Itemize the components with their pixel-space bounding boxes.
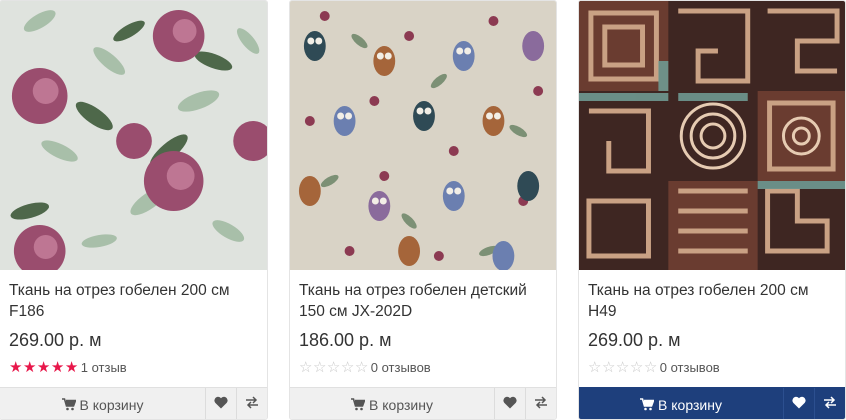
star-icon: ☆ xyxy=(629,358,644,376)
reviews-count[interactable]: 0 отзывов xyxy=(371,360,431,375)
compare-button[interactable] xyxy=(815,388,845,419)
add-to-cart-label: В корзину xyxy=(369,396,433,413)
fabric-floral-image xyxy=(0,1,267,270)
rating: ☆ ☆ ☆ ☆ ☆ 0 отзывов xyxy=(588,358,720,376)
product-image[interactable] xyxy=(0,1,267,270)
fabric-owls-image xyxy=(290,1,556,270)
reviews-count[interactable]: 1 отзыв xyxy=(81,360,127,375)
star-icon: ☆ xyxy=(588,358,602,376)
wishlist-button[interactable] xyxy=(206,388,237,419)
star-icon: ☆ xyxy=(312,358,327,376)
product-image[interactable] xyxy=(579,1,845,270)
fabric-geometric-image xyxy=(579,1,845,270)
star-icon: ☆ xyxy=(615,358,630,376)
add-to-cart-label: В корзину xyxy=(79,396,144,413)
product-price: 269.00 р. м xyxy=(588,330,681,350)
heart-icon xyxy=(503,396,517,414)
compare-arrows-icon xyxy=(534,395,548,414)
star-icon: ☆ xyxy=(354,358,369,376)
star-icon: ★ xyxy=(64,358,79,376)
wishlist-button[interactable] xyxy=(495,388,526,419)
star-icon: ★ xyxy=(22,358,37,376)
add-to-cart-button[interactable]: В корзину xyxy=(290,388,495,419)
action-bar: В корзину xyxy=(0,387,267,419)
rating: ★ ★ ★ ★ ★ 1 отзыв xyxy=(9,358,127,376)
star-icon: ☆ xyxy=(326,358,341,376)
product-price: 269.00 р. м xyxy=(9,330,102,350)
star-icon: ★ xyxy=(9,358,23,376)
add-to-cart-label: В корзину xyxy=(658,396,722,413)
product-title[interactable]: Ткань на отрез гобелен детский 150 см JX… xyxy=(299,280,549,322)
product-card: Ткань на отрез гобелен детский 150 см JX… xyxy=(289,0,557,420)
star-icon: ☆ xyxy=(643,358,658,376)
reviews-count[interactable]: 0 отзывов xyxy=(660,360,720,375)
star-icon: ☆ xyxy=(340,358,355,376)
product-title[interactable]: Ткань на отрез гобелен 200 см H49 xyxy=(588,280,838,322)
compare-arrows-icon xyxy=(823,395,837,414)
product-card: Ткань на отрез гобелен 200 см F186 269.0… xyxy=(0,0,268,420)
star-icon: ☆ xyxy=(299,358,313,376)
product-card: Ткань на отрез гобелен 200 см H49 269.00… xyxy=(578,0,846,420)
cart-icon xyxy=(351,398,366,411)
cart-icon xyxy=(640,398,655,411)
product-image[interactable] xyxy=(290,1,556,270)
heart-icon xyxy=(792,396,806,414)
wishlist-button[interactable] xyxy=(784,388,815,419)
compare-arrows-icon xyxy=(245,395,259,414)
action-bar: В корзину xyxy=(579,387,845,419)
star-icon: ★ xyxy=(36,358,51,376)
compare-button[interactable] xyxy=(526,388,556,419)
add-to-cart-button[interactable]: В корзину xyxy=(0,388,206,419)
compare-button[interactable] xyxy=(237,388,267,419)
star-icon: ☆ xyxy=(601,358,616,376)
product-price: 186.00 р. м xyxy=(299,330,392,350)
star-icon: ★ xyxy=(50,358,65,376)
product-title[interactable]: Ткань на отрез гобелен 200 см F186 xyxy=(9,280,259,322)
rating: ☆ ☆ ☆ ☆ ☆ 0 отзывов xyxy=(299,358,431,376)
add-to-cart-button[interactable]: В корзину xyxy=(579,388,784,419)
cart-icon xyxy=(61,398,76,411)
action-bar: В корзину xyxy=(290,387,556,419)
heart-icon xyxy=(214,396,228,414)
